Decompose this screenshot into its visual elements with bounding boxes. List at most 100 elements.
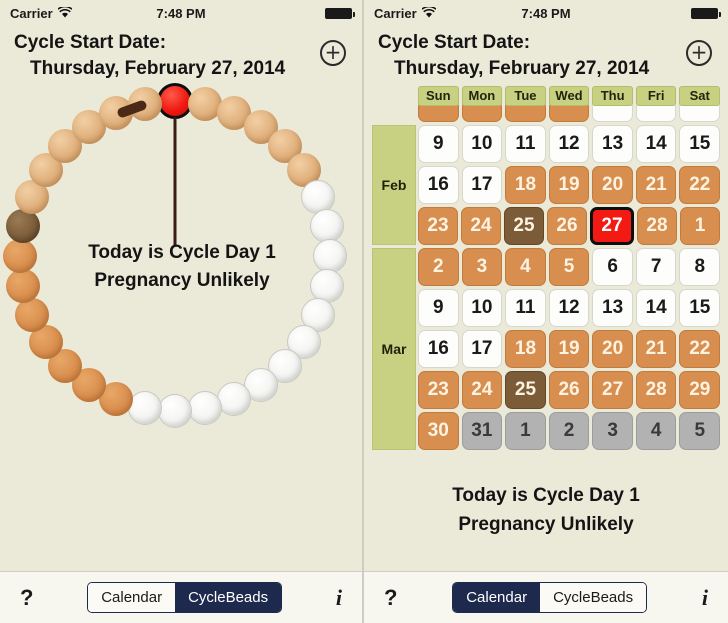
calendar-cell[interactable]: 4 [505,248,546,286]
battery-full-icon [690,7,721,19]
bead-white[interactable] [310,208,345,243]
today-marker-stem [173,117,177,245]
calendar-row: 16 17 18 19 20 21 22 [418,330,721,368]
calendar-cell[interactable]: 15 [679,125,721,163]
phone-screen-calendar: Carrier 7:48 PM Cycle Start Date: Thursd… [364,0,728,623]
calendar-cell[interactable]: 18 [505,330,546,368]
calendar-cell[interactable]: 10 [461,289,503,327]
calendar-cell-today[interactable]: 27 [590,207,634,245]
status-bar-right [604,7,721,19]
segment-calendar[interactable]: Calendar [88,583,176,612]
calendar-cell[interactable]: 23 [418,371,459,409]
phone-screen-cyclebeads: Carrier 7:48 PM Cycle Start Date: Thursd… [0,0,364,623]
cycle-day-message: Today is Cycle Day 1 [88,242,276,263]
view-segmented-control[interactable]: Calendar CycleBeads [452,582,648,613]
calendar-cell[interactable]: 14 [635,289,677,327]
wifi-icon [57,5,73,21]
status-bar: Carrier 7:48 PM [0,0,362,26]
cycle-start-label: Cycle Start Date: [14,32,167,53]
info-icon[interactable]: i [336,585,342,611]
calendar-cell[interactable]: 9 [418,125,459,163]
bead-orange[interactable] [14,298,49,333]
bead-white[interactable] [188,391,223,426]
calendar-cell[interactable]: 12 [548,289,590,327]
calendar-cell[interactable]: 9 [418,289,459,327]
view-segmented-control[interactable]: Calendar CycleBeads [87,582,283,613]
calendar-cell[interactable]: 26 [548,371,590,409]
calendar-cell[interactable]: 1 [505,412,546,450]
calendar-cell[interactable]: 11 [505,289,546,327]
calendar-cell[interactable]: 23 [418,207,458,245]
calendar-cell[interactable]: 28 [635,371,677,409]
plus-circle-icon[interactable]: + [686,40,712,66]
pregnancy-status-message: Pregnancy Unlikely [458,513,634,535]
calendar-cell[interactable]: 12 [548,125,590,163]
calendar-cell[interactable]: 14 [635,125,677,163]
calendar-cell[interactable]: 13 [592,125,633,163]
calendar-cell[interactable]: 16 [418,166,459,204]
calendar-cell[interactable]: 27 [592,371,633,409]
bead-white[interactable] [127,391,162,426]
calendar-cell[interactable]: 15 [679,289,721,327]
calendar-cell[interactable]: 31 [461,412,503,450]
calendar-cell[interactable]: 30 [418,412,459,450]
calendar-cell[interactable]: 24 [461,371,503,409]
calendar-cell[interactable]: 7 [635,248,677,286]
calendar-cell[interactable]: 18 [505,166,546,204]
calendar-view[interactable]: Sun Mon Tue Wed Thu Fri Sat Feb Mar 9 10 11 12 13 14… [364,86,728,474]
calendar-row: 23 24 25 26 27 28 1 [418,207,720,245]
calendar-cell[interactable]: 6 [592,248,633,286]
calendar-cell[interactable]: 8 [679,248,721,286]
calendar-row: 2345678 [418,248,721,286]
day-header-wed: Wed [548,86,590,106]
calendar-cell[interactable]: 21 [635,166,677,204]
calendar-cell[interactable]: 20 [592,166,633,204]
calendar-cell[interactable]: 10 [461,125,503,163]
cyclebeads-ring[interactable]: Today is Cycle Day 1 Pregnancy Unlikely [0,83,362,569]
calendar-cell[interactable]: 22 [679,330,721,368]
segment-cyclebeads[interactable]: CycleBeads [540,583,647,612]
calendar-cell[interactable]: 16 [418,330,459,368]
calendar-cell[interactable]: 5 [679,412,721,450]
calendar-cell[interactable]: 2 [418,248,459,286]
segment-cyclebeads[interactable]: CycleBeads [175,583,282,612]
calendar-cell[interactable]: 3 [592,412,633,450]
cycle-start-label: Cycle Start Date: [378,32,531,53]
calendar-cell[interactable]: 19 [548,330,590,368]
calendar-cell[interactable]: 29 [679,371,721,409]
question-mark-icon[interactable]: ? [20,585,33,611]
info-icon[interactable]: i [702,585,708,611]
calendar-cell[interactable]: 2 [548,412,590,450]
calendar-cell[interactable]: 20 [592,330,633,368]
calendar-cell[interactable]: 26 [547,207,587,245]
bottom-toolbar: ? Calendar CycleBeads i [364,571,728,623]
status-bar-time: 7:48 PM [156,5,206,21]
calendar-cell[interactable]: 17 [461,166,503,204]
calendar-cell[interactable]: 4 [635,412,677,450]
calendar-cell[interactable]: 17 [461,330,503,368]
calendar-cell[interactable]: 28 [637,207,677,245]
bead-white[interactable] [217,382,252,417]
bead-white[interactable] [158,394,192,428]
calendar-cell[interactable]: 25 [504,207,544,245]
calendar-cell[interactable]: 25 [505,371,546,409]
calendar-cell[interactable]: 3 [461,248,503,286]
calendar-row: 30 31 1 2 3 4 5 [418,412,721,450]
cycle-start-date: Thursday, February 27, 2014 [30,58,286,79]
status-bar-left: Carrier [374,5,488,21]
calendar-cell[interactable]: 11 [505,125,546,163]
calendar-cell[interactable]: 13 [592,289,633,327]
calendar-cell[interactable]: 22 [679,166,721,204]
plus-circle-icon[interactable]: + [320,40,346,66]
calendar-cell[interactable]: 5 [548,248,590,286]
wifi-icon [421,5,437,21]
bead-brown[interactable] [5,208,40,243]
calendar-grid: Sun Mon Tue Wed Thu Fri Sat Feb Mar 9 10 11 12 13 14… [372,86,721,450]
segment-calendar[interactable]: Calendar [453,583,541,612]
calendar-cell[interactable]: 24 [461,207,501,245]
calendar-cell[interactable]: 19 [548,166,590,204]
calendar-cell[interactable]: 1 [680,207,720,245]
question-mark-icon[interactable]: ? [384,585,397,611]
calendar-cell[interactable]: 21 [635,330,677,368]
dual-screenshot-comparison: Carrier 7:48 PM Cycle Start Date: Thursd… [0,0,728,623]
